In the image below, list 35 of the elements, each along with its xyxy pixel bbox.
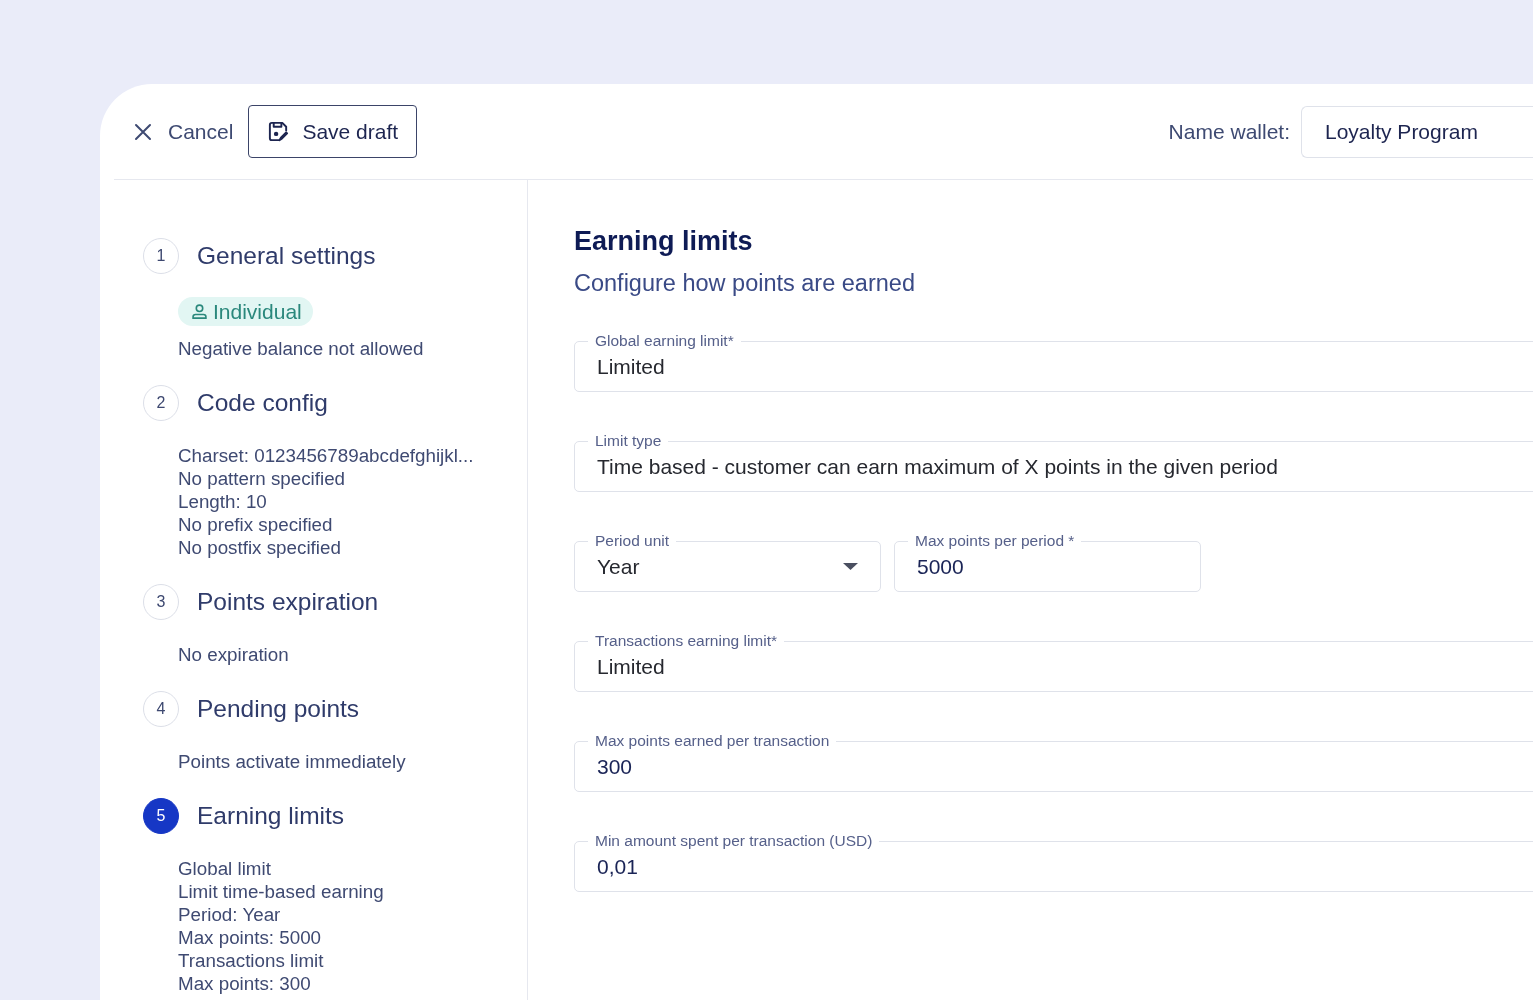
step-title[interactable]: Code config (197, 389, 328, 417)
step-detail: Negative balance not allowed (178, 337, 424, 360)
save-icon (267, 120, 291, 143)
step-detail: Max points: 300 (178, 972, 311, 995)
step-detail: Global limit (178, 857, 271, 880)
step-title[interactable]: General settings (197, 242, 376, 270)
step-number[interactable]: 2 (143, 385, 179, 421)
step-detail: No pattern specified (178, 467, 346, 490)
tag-label: Individual (213, 299, 302, 324)
step-title[interactable]: Points expiration (197, 588, 379, 616)
step-number[interactable]: 5 (143, 798, 179, 834)
person-icon (192, 304, 207, 319)
step-detail: Period: Year (178, 903, 281, 926)
step-detail: Max points: 5000 (178, 926, 322, 949)
step-detail: Charset: 0123456789abcdefghijkl... (178, 444, 474, 467)
step-number[interactable]: 1 (143, 238, 179, 274)
step-detail: No prefix specified (178, 513, 333, 536)
step-number[interactable]: 4 (143, 691, 179, 727)
step-detail: Points activate immediately (178, 750, 406, 773)
section-subtitle: Configure how points are earned (574, 269, 916, 297)
step-detail: Transactions limit (178, 949, 324, 972)
close-icon (134, 122, 152, 141)
name-wallet-field[interactable]: Loyalty Program (1301, 105, 1533, 158)
save-draft-button[interactable]: Save draft (248, 105, 418, 158)
step-number[interactable]: 3 (143, 584, 179, 620)
step-detail: Limit time-based earning (178, 880, 384, 903)
caret-icon (843, 563, 858, 570)
step-detail: Length: 10 (178, 490, 267, 513)
step-title[interactable]: Pending points (197, 695, 360, 723)
name-wallet-label: Name wallet: (1168, 119, 1290, 144)
step-title[interactable]: Earning limits (197, 802, 345, 830)
step-detail: No postfix specified (178, 536, 341, 559)
cancel-button[interactable]: Cancel (134, 119, 234, 144)
section-title: Earning limits (574, 225, 754, 257)
step-detail: No expiration (178, 643, 289, 666)
